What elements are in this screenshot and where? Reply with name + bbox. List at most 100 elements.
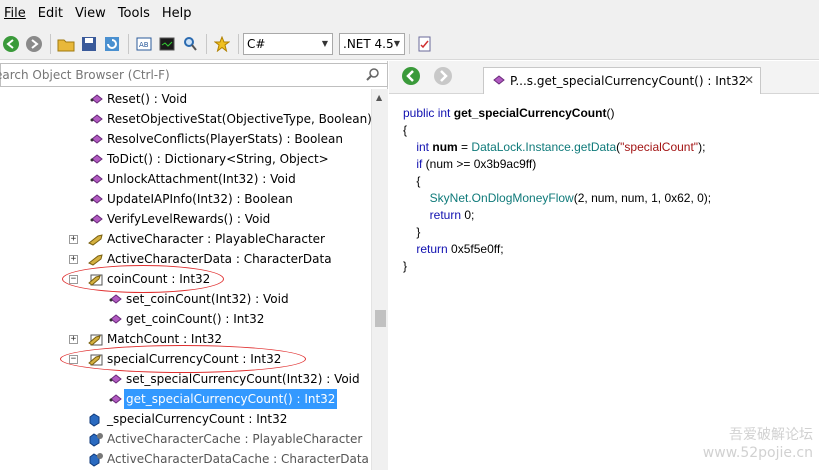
tree-item-method[interactable]: ToDict() : Dictionary<String, Object> bbox=[88, 149, 329, 169]
tab-title: P...s.get_specialCurrencyCount() : Int32 bbox=[510, 74, 747, 88]
tree-item-label: ToDict() : Dictionary<String, Object> bbox=[107, 152, 329, 166]
save-icon[interactable] bbox=[78, 33, 100, 55]
field-icon bbox=[88, 451, 104, 467]
tree-item-label: VerifyLevelRewards() : Void bbox=[107, 212, 271, 226]
tree-item-field[interactable]: ActiveCharacterDataCache : CharacterData bbox=[88, 449, 369, 469]
method-icon bbox=[88, 211, 104, 227]
field-icon bbox=[88, 411, 104, 427]
options-icon[interactable] bbox=[414, 33, 436, 55]
toolbar-separator bbox=[206, 33, 207, 54]
code-line: { bbox=[416, 174, 421, 188]
tree-item-label: Reset() : Void bbox=[107, 92, 188, 106]
language-value: C# bbox=[247, 36, 266, 51]
tree-item-field[interactable]: ActiveCharacterCache : PlayableCharacter bbox=[88, 429, 362, 449]
star-icon[interactable] bbox=[211, 33, 233, 55]
language-select[interactable]: C# ▼ bbox=[243, 32, 333, 55]
toolbar-separator bbox=[238, 33, 239, 54]
method-icon bbox=[492, 73, 506, 90]
object-tree: Reset() : Void ResetObjectiveStat(Object… bbox=[0, 89, 371, 470]
tree-item-method-selected[interactable]: get_specialCurrencyCount() : Int32 bbox=[107, 389, 338, 409]
tree-item-method[interactable]: ResetObjectiveStat(ObjectiveType, Boolea… bbox=[88, 109, 371, 129]
expand-toggle[interactable]: + bbox=[69, 335, 78, 344]
code-line: SkyNet.OnDlogMoneyFlow(2, num, num, 1, 0… bbox=[429, 191, 712, 205]
watermark-line2: www.52pojie.cn bbox=[702, 445, 813, 461]
expand-toggle[interactable]: + bbox=[69, 255, 78, 264]
tab-decompiled-method[interactable]: P...s.get_specialCurrencyCount() : Int32… bbox=[483, 67, 761, 94]
scrollbar-thumb[interactable] bbox=[375, 310, 386, 327]
tree-item-label: get_coinCount() : Int32 bbox=[126, 312, 265, 326]
reference-icon[interactable]: AB bbox=[133, 33, 155, 55]
menu-edit[interactable]: Edit bbox=[32, 0, 69, 28]
search-box[interactable] bbox=[0, 63, 388, 87]
watermark: 吾爱破解论坛 www.52pojie.cn bbox=[703, 426, 813, 462]
property-icon bbox=[88, 331, 104, 347]
property-wrench-icon bbox=[88, 231, 104, 247]
tree-item-label: get_specialCurrencyCount() : Int32 bbox=[124, 389, 338, 409]
toolbar-separator bbox=[50, 33, 51, 54]
property-wrench-icon bbox=[88, 251, 104, 267]
tree-item-field[interactable]: _specialCurrencyCount : Int32 bbox=[88, 409, 287, 429]
method-icon bbox=[107, 291, 123, 307]
toolbar: AB C# ▼ .NET 4.5 ▼ bbox=[0, 28, 819, 60]
tree-item-method[interactable]: Reset() : Void bbox=[88, 89, 187, 109]
code-line: { bbox=[403, 123, 408, 137]
chevron-down-icon: ▼ bbox=[393, 39, 401, 48]
annotation-ellipse bbox=[62, 265, 224, 293]
tree-item-label: UpdateIAPInfo(Int32) : Boolean bbox=[107, 192, 293, 206]
method-icon bbox=[88, 151, 104, 167]
menu-help[interactable]: Help bbox=[156, 0, 198, 28]
tree-item-label: ActiveCharacter : PlayableCharacter bbox=[107, 232, 325, 246]
menu-file[interactable]: File bbox=[0, 0, 32, 28]
tree-item-method[interactable]: UpdateIAPInfo(Int32) : Boolean bbox=[88, 189, 293, 209]
tree-item-label: ActiveCharacterCache : PlayableCharacter bbox=[107, 432, 363, 446]
annotation-ellipse bbox=[60, 345, 306, 373]
code-line: return 0x5f5e0ff; bbox=[416, 242, 504, 256]
svg-text:AB: AB bbox=[139, 41, 149, 49]
forward-icon[interactable] bbox=[23, 33, 45, 55]
framework-select[interactable]: .NET 4.5 ▼ bbox=[339, 32, 405, 55]
code-line: } bbox=[403, 259, 408, 273]
code-line: return 0; bbox=[429, 208, 475, 222]
menu-tools[interactable]: Tools bbox=[112, 0, 156, 28]
scroll-up-icon[interactable]: ▲ bbox=[376, 93, 382, 102]
method-icon bbox=[88, 191, 104, 207]
back-icon[interactable] bbox=[0, 33, 22, 55]
search-icon[interactable] bbox=[365, 67, 381, 86]
tree-scrollbar[interactable]: ▲ bbox=[371, 89, 388, 470]
decompiler-pane: P...s.get_specialCurrencyCount() : Int32… bbox=[389, 61, 819, 470]
field-icon bbox=[88, 431, 104, 447]
toolbar-separator bbox=[128, 33, 129, 54]
close-icon[interactable]: ✕ bbox=[744, 73, 754, 87]
tree-item-property[interactable]: ActiveCharacter : PlayableCharacter bbox=[88, 229, 325, 249]
code-view: public int get_specialCurrencyCount() { … bbox=[403, 105, 711, 275]
tab-bar: P...s.get_specialCurrencyCount() : Int32… bbox=[389, 61, 819, 94]
toolbar-separator bbox=[409, 33, 410, 54]
search-input[interactable] bbox=[0, 64, 355, 86]
forward-icon[interactable] bbox=[433, 66, 453, 86]
code-line: } bbox=[416, 225, 421, 239]
menu-view[interactable]: View bbox=[69, 0, 112, 28]
tree-item-method[interactable]: UnlockAttachment(Int32) : Void bbox=[88, 169, 296, 189]
framework-value: .NET 4.5 bbox=[343, 36, 394, 51]
console-icon[interactable] bbox=[156, 33, 178, 55]
tree-item-method[interactable]: VerifyLevelRewards() : Void bbox=[88, 209, 270, 229]
watermark-line1: 吾爱破解论坛 bbox=[729, 427, 813, 443]
method-icon bbox=[88, 171, 104, 187]
tree-item-label: UnlockAttachment(Int32) : Void bbox=[107, 172, 296, 186]
menu-bar: File Edit View Tools Help bbox=[0, 0, 819, 28]
tree-item-label: _specialCurrencyCount : Int32 bbox=[107, 412, 288, 426]
search-icon[interactable] bbox=[179, 33, 201, 55]
object-browser-pane: Reset() : Void ResetObjectiveStat(Object… bbox=[0, 61, 388, 470]
tree-item-method[interactable]: ResolveConflicts(PlayerStats) : Boolean bbox=[88, 129, 343, 149]
code-line: public int get_specialCurrencyCount() bbox=[403, 106, 615, 120]
tree-item-label: ActiveCharacterDataCache : CharacterData bbox=[107, 452, 369, 466]
open-folder-icon[interactable] bbox=[55, 33, 77, 55]
method-icon bbox=[107, 391, 123, 407]
method-icon bbox=[107, 311, 123, 327]
tree-item-label: ResolveConflicts(PlayerStats) : Boolean bbox=[107, 132, 343, 146]
method-icon bbox=[107, 371, 123, 387]
refresh-icon[interactable] bbox=[101, 33, 123, 55]
expand-toggle[interactable]: + bbox=[69, 235, 78, 244]
back-icon[interactable] bbox=[401, 66, 421, 86]
tree-item-method[interactable]: get_coinCount() : Int32 bbox=[107, 309, 264, 329]
